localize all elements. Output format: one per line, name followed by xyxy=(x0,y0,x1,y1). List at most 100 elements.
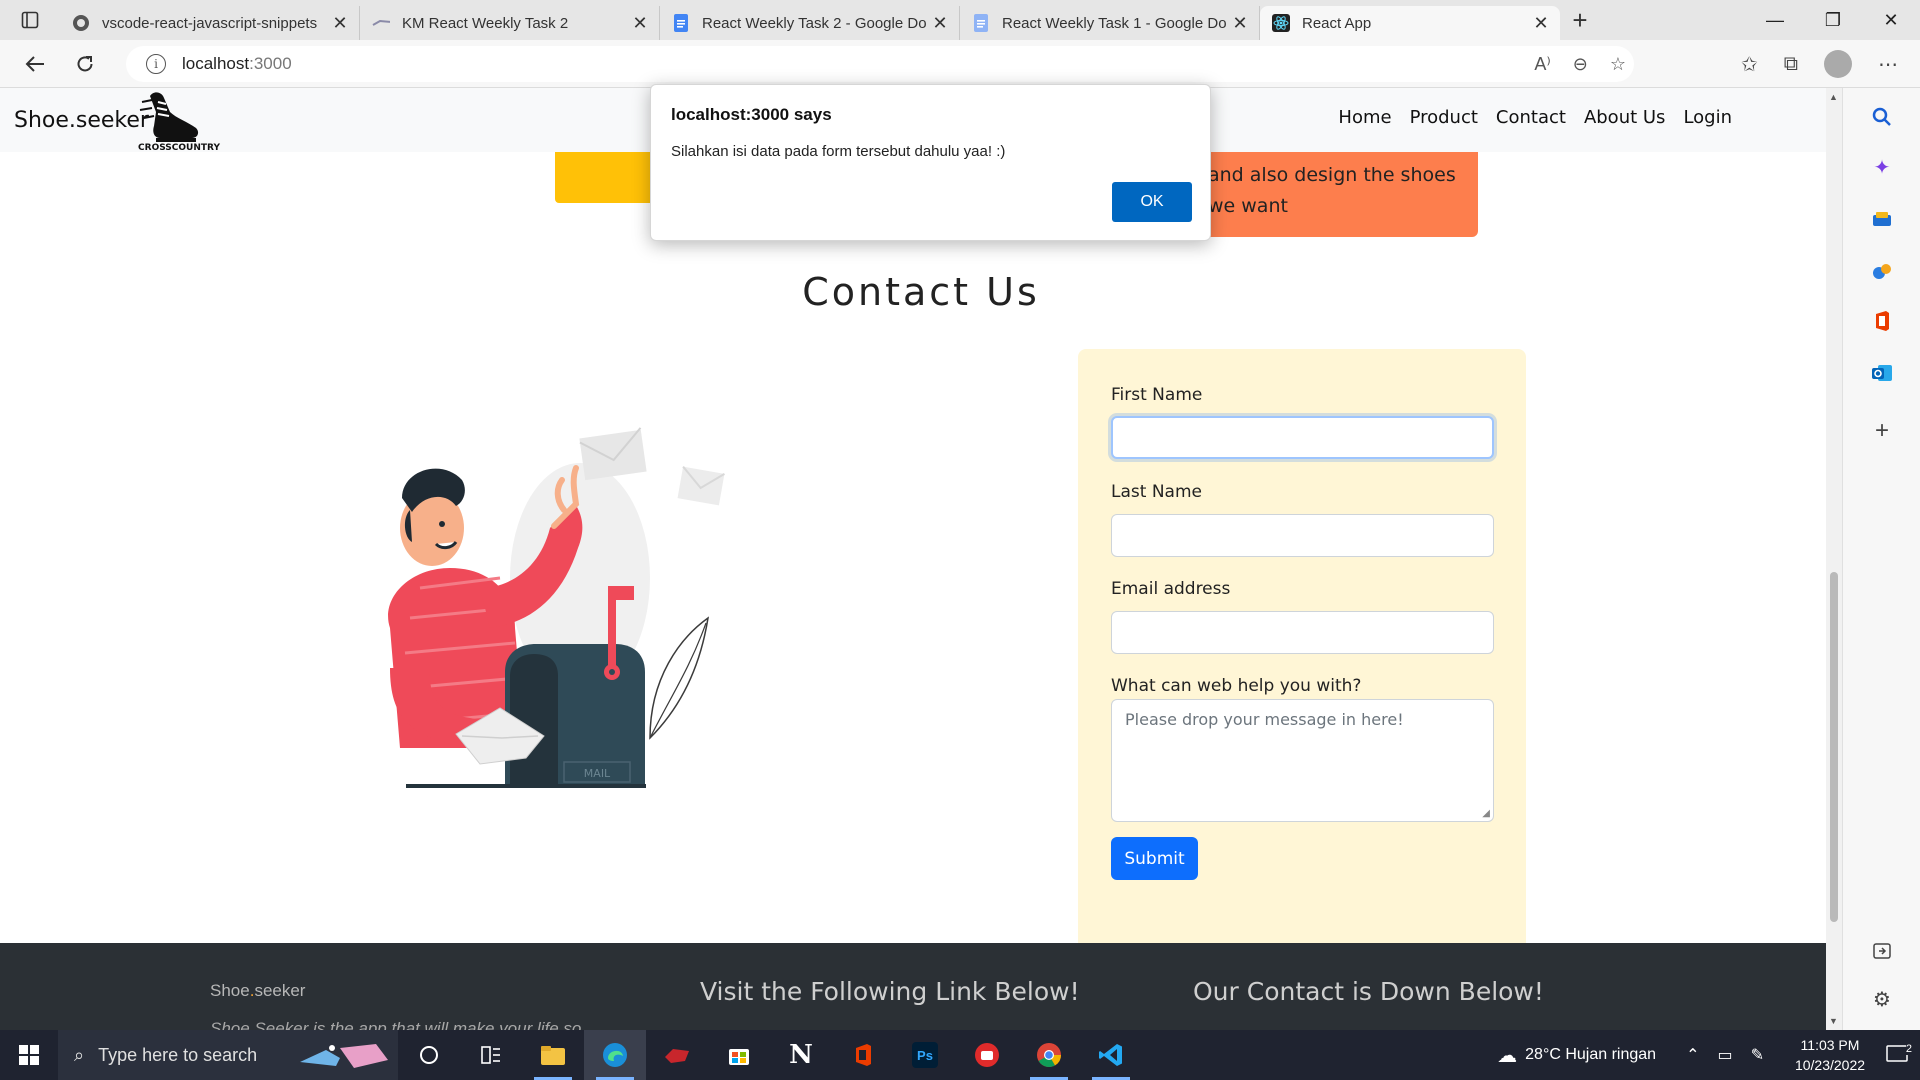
dialog-ok-button[interactable]: OK xyxy=(1112,182,1192,222)
network-icon[interactable]: ▭ xyxy=(1717,1045,1732,1065)
microsoft-store-icon[interactable] xyxy=(708,1030,770,1080)
collections-icon[interactable]: ⧉ xyxy=(1784,53,1798,76)
system-tray: ☁ 28°C Hujan ringan ⌃ ▭ ✎ 11:03 PM 10/23… xyxy=(1497,1030,1920,1080)
close-window-icon[interactable]: ✕ xyxy=(1862,0,1920,40)
taskbar-search-placeholder: Type here to search xyxy=(98,1044,258,1065)
minimize-icon[interactable]: — xyxy=(1746,0,1804,40)
pen-icon[interactable]: ✎ xyxy=(1751,1045,1764,1065)
settings-gear-icon[interactable]: ⚙ xyxy=(1869,986,1895,1012)
browser-tab[interactable]: React Weekly Task 1 - Google Do ✕ xyxy=(960,6,1260,40)
nav-about-us[interactable]: About Us xyxy=(1584,107,1666,128)
back-arrow-icon[interactable] xyxy=(10,40,60,88)
nav-login[interactable]: Login xyxy=(1683,107,1732,128)
window-controls: — ❐ ✕ xyxy=(1746,0,1920,40)
hero-text: and also design the shoes xyxy=(1208,164,1456,186)
nav-contact[interactable]: Contact xyxy=(1496,107,1566,128)
browser-tab[interactable]: React Weekly Task 2 - Google Do ✕ xyxy=(660,6,960,40)
github-icon xyxy=(72,14,90,32)
taskbar-search[interactable]: ⌕ Type here to search xyxy=(58,1030,398,1080)
tools-icon[interactable] xyxy=(1869,206,1895,232)
taskbar-clock[interactable]: 11:03 PM 10/23/2022 xyxy=(1786,1035,1874,1075)
file-explorer-icon[interactable] xyxy=(522,1030,584,1080)
search-icon: ⌕ xyxy=(74,1044,85,1065)
office-icon[interactable] xyxy=(1869,308,1895,334)
edge-browser-icon[interactable] xyxy=(584,1030,646,1080)
tab-title: React App xyxy=(1302,14,1372,32)
tab-title: vscode-react-javascript-snippets xyxy=(102,14,318,32)
address-bar-row: i localhost:3000 A⁾ ⊖ ☆ ✩ ⧉ ⋯ xyxy=(0,40,1920,88)
new-tab-button[interactable]: + xyxy=(1560,0,1600,40)
mail-illustration: MAIL xyxy=(350,418,740,790)
close-tab-icon[interactable]: ✕ xyxy=(631,13,649,34)
tab-actions-icon[interactable] xyxy=(0,0,60,40)
notification-count: 2 xyxy=(1905,1043,1912,1055)
footer-tagline: Shoe Seeker is the app that will make yo… xyxy=(210,1019,582,1030)
site-footer: Shoe.seeker Shoe Seeker is the app that … xyxy=(0,943,1826,1030)
dialog-message: Silahkan isi data pada form tersebut dah… xyxy=(671,143,1006,160)
outlook-icon[interactable] xyxy=(1869,360,1895,386)
game-app-icon[interactable] xyxy=(646,1030,708,1080)
browser-tab[interactable]: vscode-react-javascript-snippets ✕ xyxy=(60,6,360,40)
footer-links-heading: Visit the Following Link Below! xyxy=(700,977,1080,1006)
message-textarea[interactable]: Please drop your message in here! ◢ xyxy=(1111,699,1494,822)
contact-form: First Name Last Name Email address What … xyxy=(1078,349,1526,1014)
games-icon[interactable] xyxy=(1869,258,1895,284)
zoom-out-icon[interactable]: ⊖ xyxy=(1573,54,1588,75)
site-brand[interactable]: Shoe.seeker xyxy=(14,108,149,133)
scroll-down-arrow-icon[interactable]: ▼ xyxy=(1829,1016,1838,1026)
photoshop-icon[interactable]: Ps xyxy=(894,1030,956,1080)
nav-home[interactable]: Home xyxy=(1338,107,1391,128)
read-aloud-icon[interactable]: A⁾ xyxy=(1534,54,1550,75)
browser-tab-active[interactable]: React App ✕ xyxy=(1260,6,1560,40)
resize-handle-icon[interactable]: ◢ xyxy=(1482,808,1490,819)
add-sidebar-app-icon[interactable]: + xyxy=(1869,417,1895,444)
url-field[interactable]: i localhost:3000 A⁾ ⊖ ☆ xyxy=(126,46,1634,82)
message-placeholder: Please drop your message in here! xyxy=(1125,710,1404,729)
google-docs-icon xyxy=(972,14,990,32)
refresh-icon[interactable] xyxy=(60,40,110,88)
close-tab-icon[interactable]: ✕ xyxy=(331,13,349,34)
browser-tab[interactable]: KM React Weekly Task 2 ✕ xyxy=(360,6,660,40)
chrome-icon[interactable] xyxy=(1018,1030,1080,1080)
notion-icon[interactable]: N xyxy=(770,1030,832,1080)
more-options-icon[interactable]: ⋯ xyxy=(1878,52,1898,77)
vscode-icon[interactable] xyxy=(1080,1030,1142,1080)
search-highlight-icon xyxy=(300,1044,388,1068)
red-app-icon[interactable] xyxy=(956,1030,1018,1080)
hide-sidebar-icon[interactable] xyxy=(1869,938,1895,964)
notifications-icon[interactable]: 2 xyxy=(1874,1043,1920,1065)
scroll-up-arrow-icon[interactable]: ▲ xyxy=(1829,92,1838,102)
submit-button[interactable]: Submit xyxy=(1111,837,1198,880)
edge-sidebar: ✦ + ⚙ xyxy=(1842,88,1920,1030)
last-name-input[interactable] xyxy=(1111,514,1494,557)
profile-avatar[interactable] xyxy=(1824,50,1852,78)
weather-text[interactable]: 28°C Hujan ringan xyxy=(1525,1046,1656,1064)
nav-product[interactable]: Product xyxy=(1410,107,1478,128)
add-favorite-icon[interactable]: ☆ xyxy=(1610,54,1626,75)
restore-icon[interactable]: ❐ xyxy=(1804,0,1862,40)
page-scrollbar[interactable]: ▲ ▼ xyxy=(1826,88,1842,1030)
tab-title: React Weekly Task 1 - Google Do xyxy=(1002,14,1227,32)
first-name-input[interactable] xyxy=(1111,416,1494,459)
tab-title: KM React Weekly Task 2 xyxy=(402,14,569,32)
show-hidden-icons-icon[interactable]: ⌃ xyxy=(1686,1045,1699,1065)
site-info-icon[interactable]: i xyxy=(146,54,166,74)
message-label: What can web help you with? xyxy=(1111,676,1362,696)
shoe-logo[interactable]: CROSSCOUNTRY xyxy=(136,88,222,154)
scrollbar-thumb[interactable] xyxy=(1830,572,1838,922)
close-tab-icon[interactable]: ✕ xyxy=(1231,13,1249,34)
url-port: :3000 xyxy=(249,54,292,73)
km-icon xyxy=(372,14,390,32)
search-icon[interactable] xyxy=(1869,104,1895,130)
close-tab-icon[interactable]: ✕ xyxy=(931,13,949,34)
discover-icon[interactable]: ✦ xyxy=(1869,154,1895,180)
widgets-icon[interactable] xyxy=(460,1030,522,1080)
favorites-icon[interactable]: ✩ xyxy=(1741,52,1758,77)
email-input[interactable] xyxy=(1111,611,1494,654)
nav-links: Home Product Contact About Us Login xyxy=(1338,107,1732,128)
office-app-icon[interactable] xyxy=(832,1030,894,1080)
footer-contact-heading: Our Contact is Down Below! xyxy=(1193,977,1544,1006)
task-view-icon[interactable] xyxy=(398,1030,460,1080)
close-tab-icon[interactable]: ✕ xyxy=(1532,13,1550,34)
windows-start-icon[interactable] xyxy=(0,1030,58,1080)
